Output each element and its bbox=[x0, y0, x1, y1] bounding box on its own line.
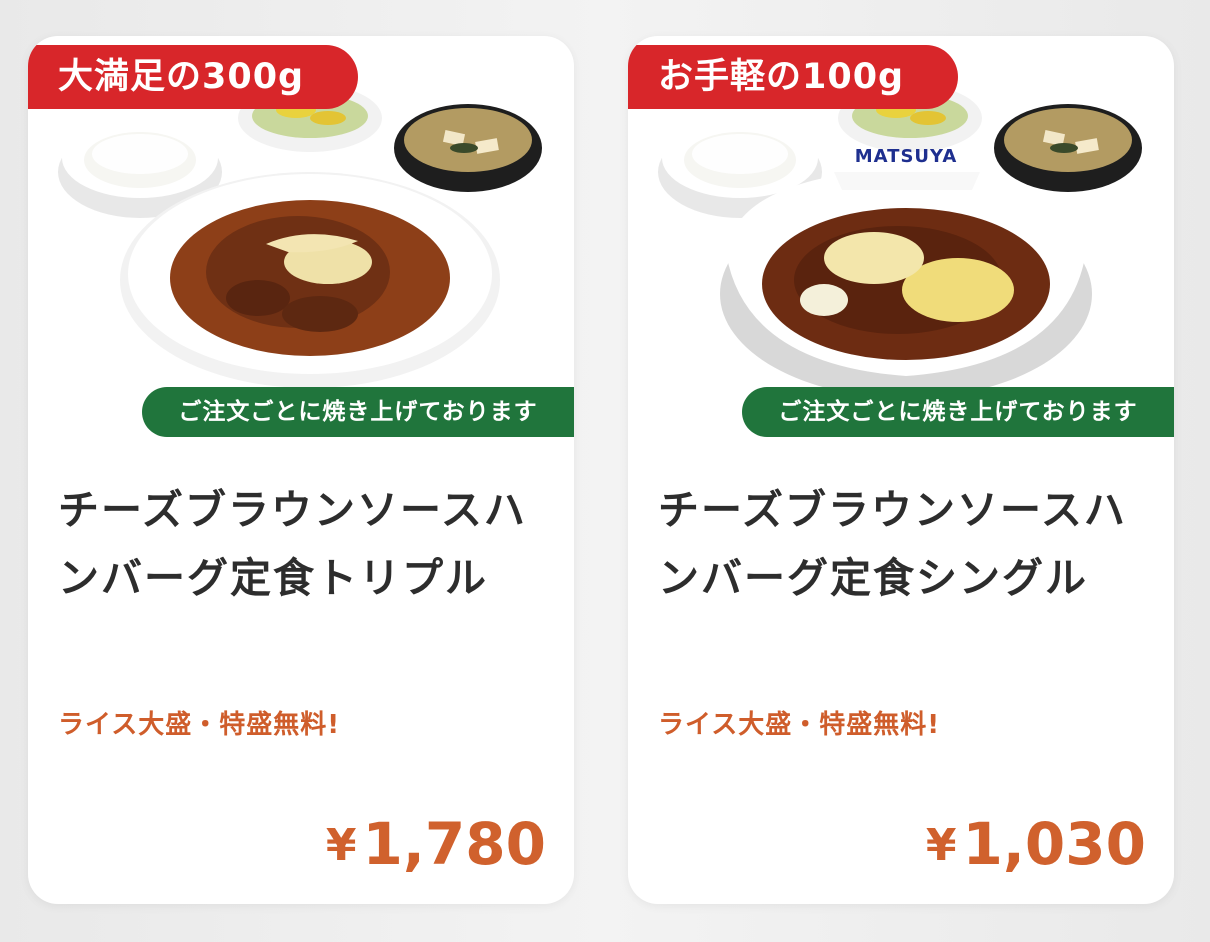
free-rice-note: ライス大盛・特盛無料! bbox=[658, 710, 941, 740]
weight-badge: お手軽の100g bbox=[628, 45, 958, 109]
free-rice-note: ライス大盛・特盛無料! bbox=[58, 710, 341, 740]
product-price: ¥1,780 bbox=[326, 804, 546, 886]
product-price: ¥1,030 bbox=[926, 804, 1146, 886]
currency-symbol: ¥ bbox=[325, 820, 357, 871]
brand-logo: MATSUYA bbox=[854, 146, 958, 167]
price-value: 1,780 bbox=[362, 810, 546, 878]
cooked-to-order-badge: ご注文ごとに焼き上げております bbox=[742, 387, 1174, 437]
price-value: 1,030 bbox=[962, 810, 1146, 878]
weight-badge: 大満足の300g bbox=[28, 45, 358, 109]
product-card-single[interactable]: MATSUYA お手軽の100g ご注文ごとに焼き上げております チーズブラウン… bbox=[628, 36, 1174, 904]
product-title: チーズブラウンソースハンバーグ定食トリプル bbox=[58, 486, 527, 602]
product-card-triple[interactable]: 大満足の300g ご注文ごとに焼き上げております チーズブラウンソースハンバーグ… bbox=[28, 36, 574, 904]
currency-symbol: ¥ bbox=[925, 820, 957, 871]
cooked-to-order-badge: ご注文ごとに焼き上げております bbox=[142, 387, 574, 437]
product-title: チーズブラウンソースハンバーグ定食シングル bbox=[658, 486, 1127, 602]
